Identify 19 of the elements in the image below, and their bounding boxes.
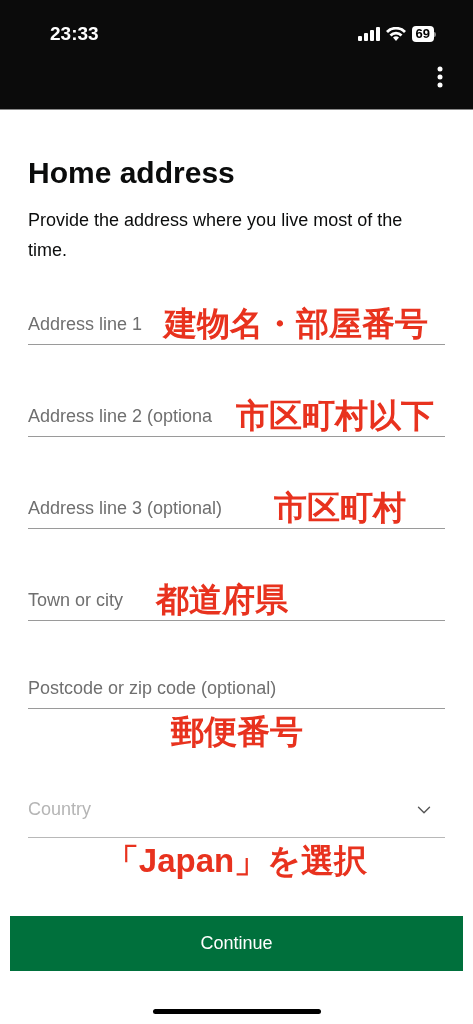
annotation-text: 「Japan」を選択 [105, 844, 368, 877]
annotation-text: 建物名・部屋番号 [164, 307, 428, 340]
annotation-text: 都道府県 [156, 583, 288, 616]
page-hint: Provide the address where you live most of the time. [28, 209, 404, 262]
text-field[interactable]: Address line 1 [28, 311, 164, 344]
signal-icon [357, 27, 380, 42]
battery-icon: 69 [411, 26, 436, 43]
annotation-text: 郵便番号 [170, 715, 303, 748]
annotation-text: 市区町村 [274, 491, 406, 524]
text-field[interactable]: Postcode or zip code (optional) [28, 675, 445, 708]
more-icon[interactable] [437, 65, 443, 88]
continue-button[interactable]: Continue [10, 916, 463, 971]
text-field[interactable]: Address line 2 (optiona [28, 403, 236, 436]
page-title: Home address [28, 155, 236, 191]
annotation-text: 市区町村以下 [236, 399, 434, 432]
status-time: 23:33 [50, 22, 99, 46]
text-field[interactable]: Address line 3 (optional) [28, 495, 274, 528]
text-field[interactable]: Town or city [28, 587, 156, 620]
wifi-icon [385, 27, 406, 42]
